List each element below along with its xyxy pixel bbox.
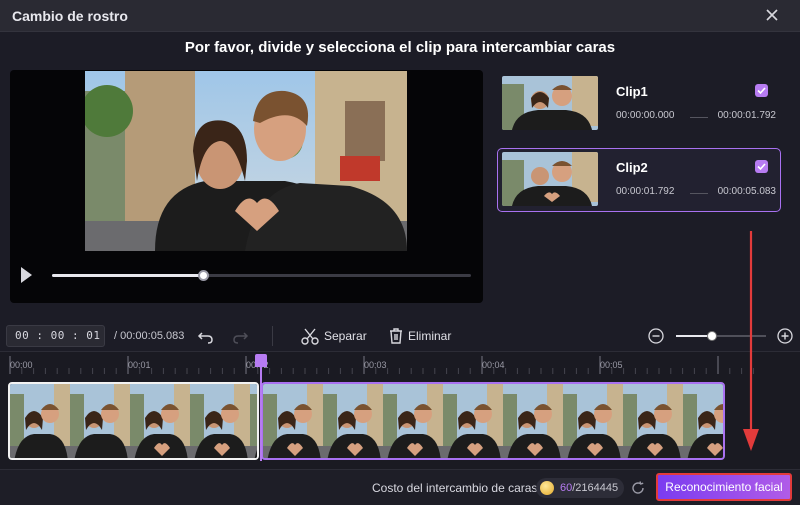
playhead-handle[interactable] [255, 354, 267, 367]
timeline-clip-1[interactable] [8, 382, 259, 460]
play-icon[interactable] [21, 267, 32, 283]
clip-thumbnail [502, 152, 598, 206]
filmstrip-frame [563, 384, 623, 458]
ruler-tick-label: 00:00 [10, 360, 33, 370]
video-image [85, 71, 407, 251]
filmstrip-frame [383, 384, 443, 458]
clip-end-time: 00:00:05.083 [717, 186, 776, 197]
refresh-icon[interactable] [630, 480, 646, 496]
checkbox-icon[interactable] [755, 84, 768, 97]
clip-thumbnail [502, 76, 598, 130]
delete-button[interactable]: Eliminar [408, 329, 451, 343]
filmstrip-frame [190, 384, 250, 458]
clip-card-2[interactable]: Clip2 00:00:01.792 00:00:05.083 [497, 148, 781, 212]
time-separator [690, 193, 708, 194]
ruler-tick-label: 00:01 [128, 360, 151, 370]
timeline: 00:0000:0100:0200:0300:0400:05 [0, 351, 800, 469]
scissors-icon[interactable] [300, 326, 320, 346]
filmstrip-frame [683, 384, 723, 458]
clip-start-time: 00:00:00.000 [616, 110, 675, 121]
time-separator [690, 117, 708, 118]
filmstrip-frame [130, 384, 190, 458]
redo-icon[interactable] [230, 326, 250, 346]
playback-progress-bar[interactable] [52, 270, 471, 281]
clip-end-time: 00:00:01.792 [717, 110, 776, 121]
zoom-knob[interactable] [707, 331, 717, 341]
title-bar: Cambio de rostro [0, 0, 800, 32]
close-icon[interactable] [764, 7, 780, 23]
zoom-out-icon[interactable] [646, 326, 666, 346]
credits-used: 60 [560, 482, 573, 494]
filmstrip-frame [263, 384, 323, 458]
checkbox-icon[interactable] [755, 160, 768, 173]
coin-icon [540, 481, 554, 495]
credit-text: 60/2164445 [560, 482, 618, 494]
clip-card-1[interactable]: Clip1 00:00:00.000 00:00:01.792 [497, 72, 781, 136]
clip-start-time: 00:00:01.792 [616, 186, 675, 197]
ruler-tick-label: 00:04 [482, 360, 505, 370]
cost-label: Costo del intercambio de caras: [372, 481, 541, 495]
toolbar-divider [272, 326, 273, 346]
time-ruler[interactable] [0, 352, 800, 376]
total-duration: / 00:00:05.083 [114, 330, 185, 342]
video-frame[interactable] [85, 71, 407, 251]
credits-total: /2164445 [572, 482, 619, 494]
zoom-in-icon[interactable] [775, 326, 795, 346]
current-time-input[interactable]: 00 : 00 : 01 . 792 [6, 325, 105, 362]
filmstrip-frame [623, 384, 683, 458]
filmstrip-frame [250, 384, 257, 458]
progress-knob[interactable] [197, 270, 209, 281]
window-title: Cambio de rostro [12, 8, 128, 24]
filmstrip-frame [443, 384, 503, 458]
face-recognition-button[interactable]: Reconocimiento facial [656, 473, 792, 501]
undo-icon[interactable] [196, 326, 216, 346]
clip-name: Clip2 [616, 160, 648, 175]
filmstrip-frame [70, 384, 130, 458]
playhead[interactable] [260, 354, 262, 461]
video-player [10, 70, 483, 303]
ruler-tick-label: 00:03 [364, 360, 387, 370]
footer-bar: Costo del intercambio de caras: 60/21644… [0, 469, 800, 505]
filmstrip-frame [10, 384, 70, 458]
filmstrip-frame [323, 384, 383, 458]
credit-balance: 60/2164445 [536, 478, 624, 498]
clip-name: Clip1 [616, 84, 648, 99]
page-heading: Por favor, divide y selecciona el clip p… [184, 39, 616, 56]
timeline-clip-2[interactable] [261, 382, 725, 460]
trash-icon[interactable] [386, 326, 406, 346]
ruler-tick-label: 00:05 [600, 360, 623, 370]
filmstrip-frame [503, 384, 563, 458]
progress-fill [52, 274, 203, 277]
split-button[interactable]: Separar [324, 329, 367, 343]
annotation-arrow-icon [743, 231, 759, 451]
